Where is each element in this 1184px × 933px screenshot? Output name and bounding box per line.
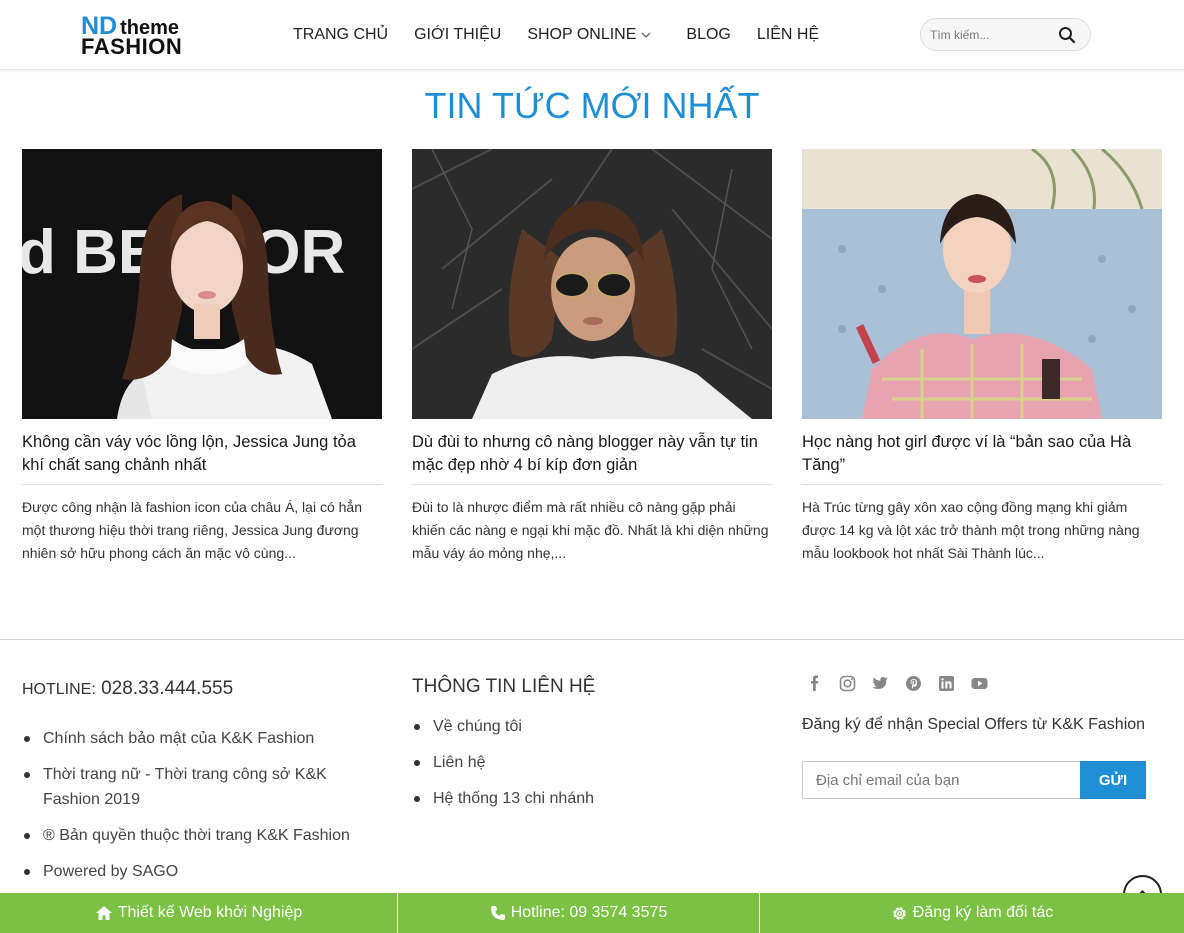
hotline-link[interactable]: Hotline: 09 3574 3575 <box>397 893 759 933</box>
footer-links-col2: Về chúng tôi Liên hệ Hệ thống 13 chi nhá… <box>412 714 752 822</box>
search-input[interactable] <box>930 26 1060 44</box>
footer-link[interactable]: Về chúng tôi <box>412 714 752 739</box>
gear-icon <box>892 906 906 920</box>
bottom-action-bar: Thiết kế Web khởi Nghiệp Hotline: 09 357… <box>0 893 1184 933</box>
chevron-down-icon <box>641 32 651 38</box>
email-field[interactable] <box>802 761 1081 799</box>
footer-link[interactable]: Liên hệ <box>412 750 752 775</box>
main-nav: TRANG CHỦ GIỚI THIỆU SHOP ONLINE BLOG LI… <box>293 24 845 46</box>
footer-links-col1: Chính sách bảo mật của K&K Fashion Thời … <box>22 726 372 895</box>
post-title[interactable]: Học nàng hot girl được ví là “bản sao củ… <box>802 431 1162 478</box>
subscribe-button[interactable]: GỬI <box>1080 761 1146 799</box>
nav-label: GIỚI THIỆU <box>414 26 502 43</box>
post-title[interactable]: Không cần váy vóc lồng lộn, Jessica Jung… <box>22 431 382 478</box>
post-image-ha-truc <box>802 149 1162 419</box>
hotline-number[interactable]: 028.33.444.555 <box>101 678 233 699</box>
post-card: Dù đùi to nhưng cô nàng blogger này vẫn … <box>412 149 772 565</box>
nav-item-blog[interactable]: BLOG <box>686 24 730 46</box>
nav-label: SHOP ONLINE <box>527 26 637 43</box>
footer-link[interactable]: ® Bản quyền thuộc thời trang K&K Fashion <box>22 823 372 848</box>
footer-link[interactable]: Hệ thống 13 chi nhánh <box>412 786 752 811</box>
site-header: ND theme FASHION TRANG CHỦ GIỚI THIỆU SHO… <box>0 0 1184 70</box>
post-image-blogger <box>412 149 772 419</box>
footer-link[interactable]: Chính sách bảo mật của K&K Fashion <box>22 726 372 751</box>
youtube-icon[interactable] <box>971 675 988 692</box>
nav-item-shop-online[interactable]: SHOP ONLINE <box>527 24 652 46</box>
footer-divider <box>0 639 1184 640</box>
post-divider <box>412 484 772 485</box>
nav-label: TRANG CHỦ <box>293 26 389 43</box>
post-thumbnail[interactable] <box>802 149 1162 419</box>
post-divider <box>22 484 382 485</box>
bottom-bar-label: Hotline: 09 3574 3575 <box>510 904 668 921</box>
twitter-icon[interactable] <box>872 675 889 692</box>
pinterest-icon[interactable] <box>905 675 922 692</box>
footer-link[interactable]: Thời trang nữ - Thời trang công sở K&K F… <box>22 762 372 812</box>
instagram-icon[interactable] <box>839 675 856 692</box>
bottom-bar-label: Đăng ký làm đối tác <box>912 904 1054 921</box>
post-excerpt: Được công nhận là fashion icon của châu … <box>22 499 362 561</box>
nav-item-trang-chu[interactable]: TRANG CHỦ <box>293 24 388 46</box>
phone-icon <box>490 906 505 920</box>
newsletter-text: Đăng ký để nhận Special Offers từ K&K Fa… <box>802 716 1146 733</box>
post-divider <box>802 484 1162 485</box>
web-design-link[interactable]: Thiết kế Web khởi Nghiệp <box>0 893 397 933</box>
linkedin-icon[interactable] <box>938 675 955 692</box>
partner-signup-link[interactable]: Đăng ký làm đối tác <box>759 893 1184 933</box>
post-card: d BERGOR Không cần váy vóc lồng lộn, Jes… <box>22 149 382 565</box>
post-thumbnail[interactable]: d BERGOR <box>22 149 382 419</box>
facebook-icon[interactable] <box>806 675 823 692</box>
social-icons <box>806 675 1004 692</box>
footer-hotline: HOTLINE: 028.33.444.555 <box>22 678 233 700</box>
contact-info-title: THÔNG TIN LIÊN HỆ <box>412 676 596 697</box>
nav-label: LIÊN HỆ <box>756 26 820 43</box>
post-excerpt: Đùi to là nhược điểm mà rất nhiều cô nàn… <box>412 499 769 561</box>
search-icon[interactable] <box>1058 26 1076 44</box>
home-icon <box>95 906 112 920</box>
footer-link[interactable]: Powered by SAGO <box>22 859 372 884</box>
site-logo[interactable]: ND theme FASHION <box>81 12 196 59</box>
post-excerpt: Hà Trúc từng gây xôn xao cộng đồng mạng … <box>802 499 1140 561</box>
nav-item-gioi-thieu[interactable]: GIỚI THIỆU <box>414 24 501 46</box>
search-box <box>920 18 1091 51</box>
section-title: TIN TỨC MỚI NHẤT <box>424 85 760 126</box>
post-thumbnail[interactable] <box>412 149 772 419</box>
post-image-jessica: d BERGOR <box>22 149 382 419</box>
nav-label: BLOG <box>686 26 731 43</box>
post-title[interactable]: Dù đùi to nhưng cô nàng blogger này vẫn … <box>412 431 772 478</box>
nav-item-lien-he[interactable]: LIÊN HỆ <box>757 24 819 46</box>
hotline-label: HOTLINE: <box>22 681 96 698</box>
logo-fashion-text: FASHION <box>81 34 183 59</box>
bottom-bar-label: Thiết kế Web khởi Nghiệp <box>117 904 303 921</box>
post-card: Học nàng hot girl được ví là “bản sao củ… <box>802 149 1162 565</box>
